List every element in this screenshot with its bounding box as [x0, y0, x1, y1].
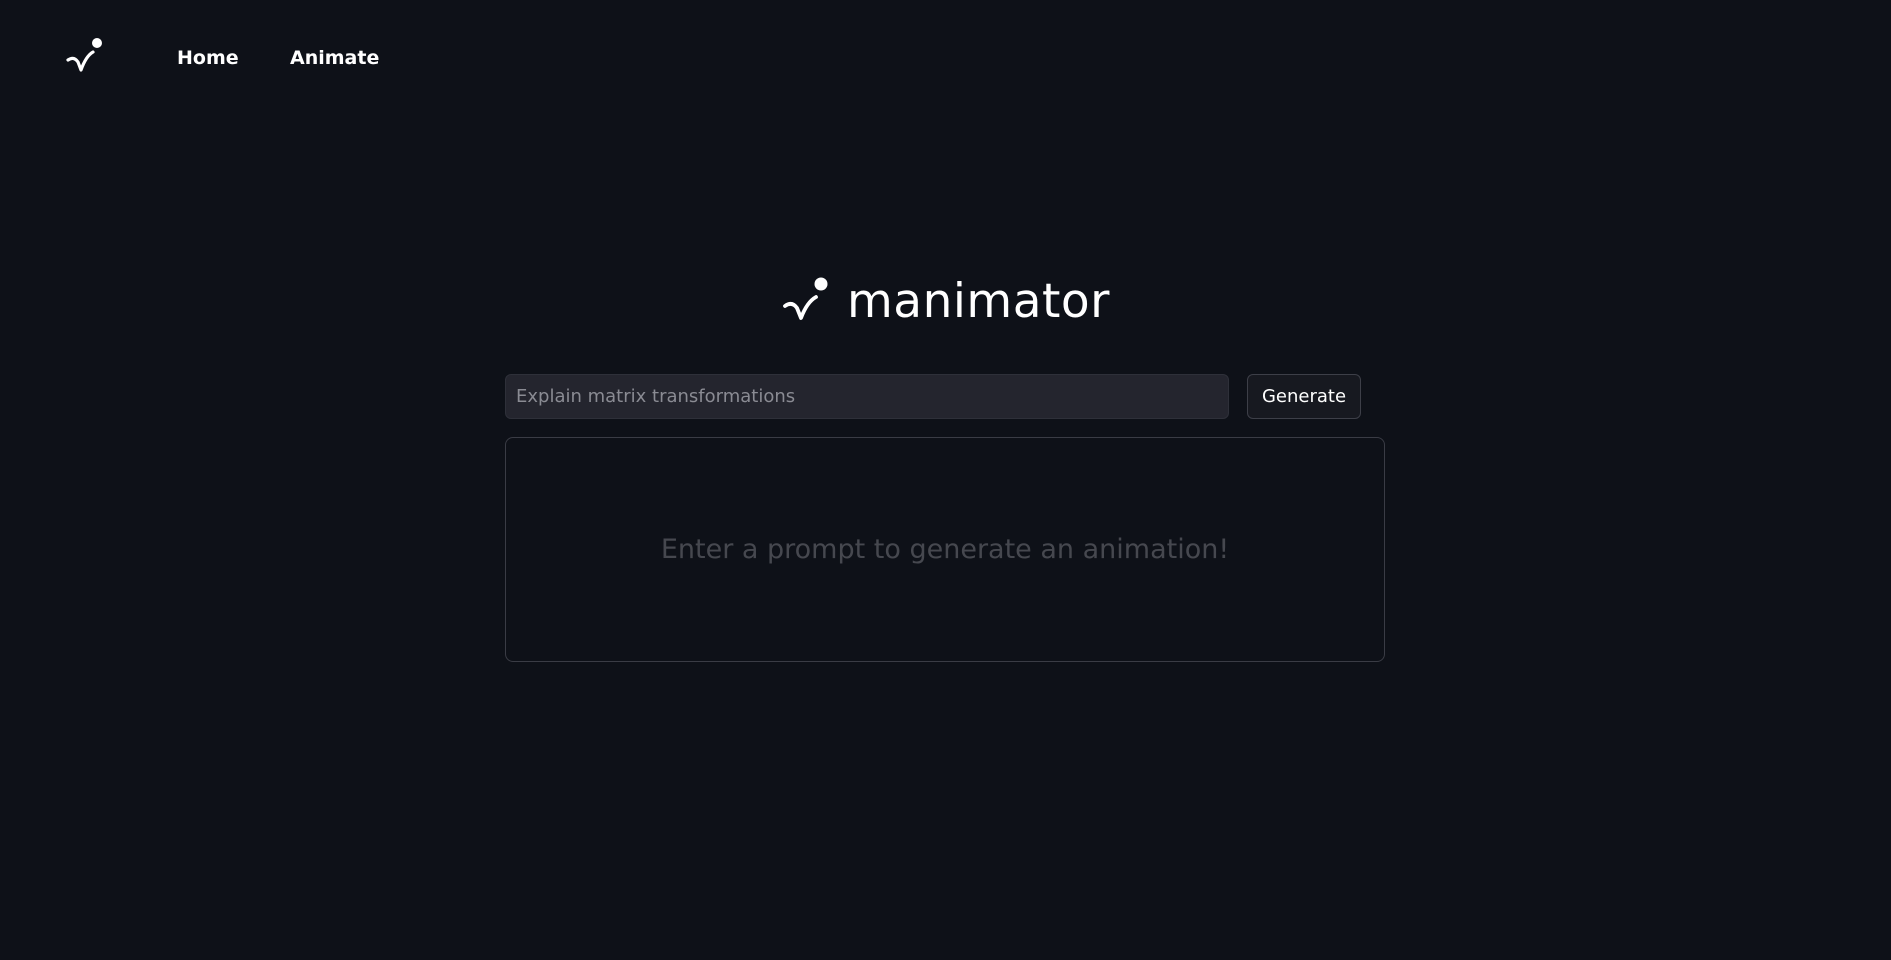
nav-link-home[interactable]: Home	[177, 46, 239, 70]
brand-name: manimator	[846, 274, 1111, 329]
brand-header: manimator	[0, 272, 1891, 332]
manimator-logo-icon[interactable]	[64, 36, 108, 80]
animation-output-area: Enter a prompt to generate an animation!	[505, 437, 1385, 662]
output-placeholder-text: Enter a prompt to generate an animation!	[660, 534, 1230, 565]
generate-button[interactable]: Generate	[1247, 374, 1361, 419]
nav-link-animate[interactable]: Animate	[290, 46, 379, 70]
top-navigation: Home Animate	[0, 0, 1891, 116]
brand-lockup: manimator	[781, 272, 1110, 332]
prompt-input[interactable]	[505, 374, 1229, 419]
manimator-logo-icon	[783, 277, 828, 320]
